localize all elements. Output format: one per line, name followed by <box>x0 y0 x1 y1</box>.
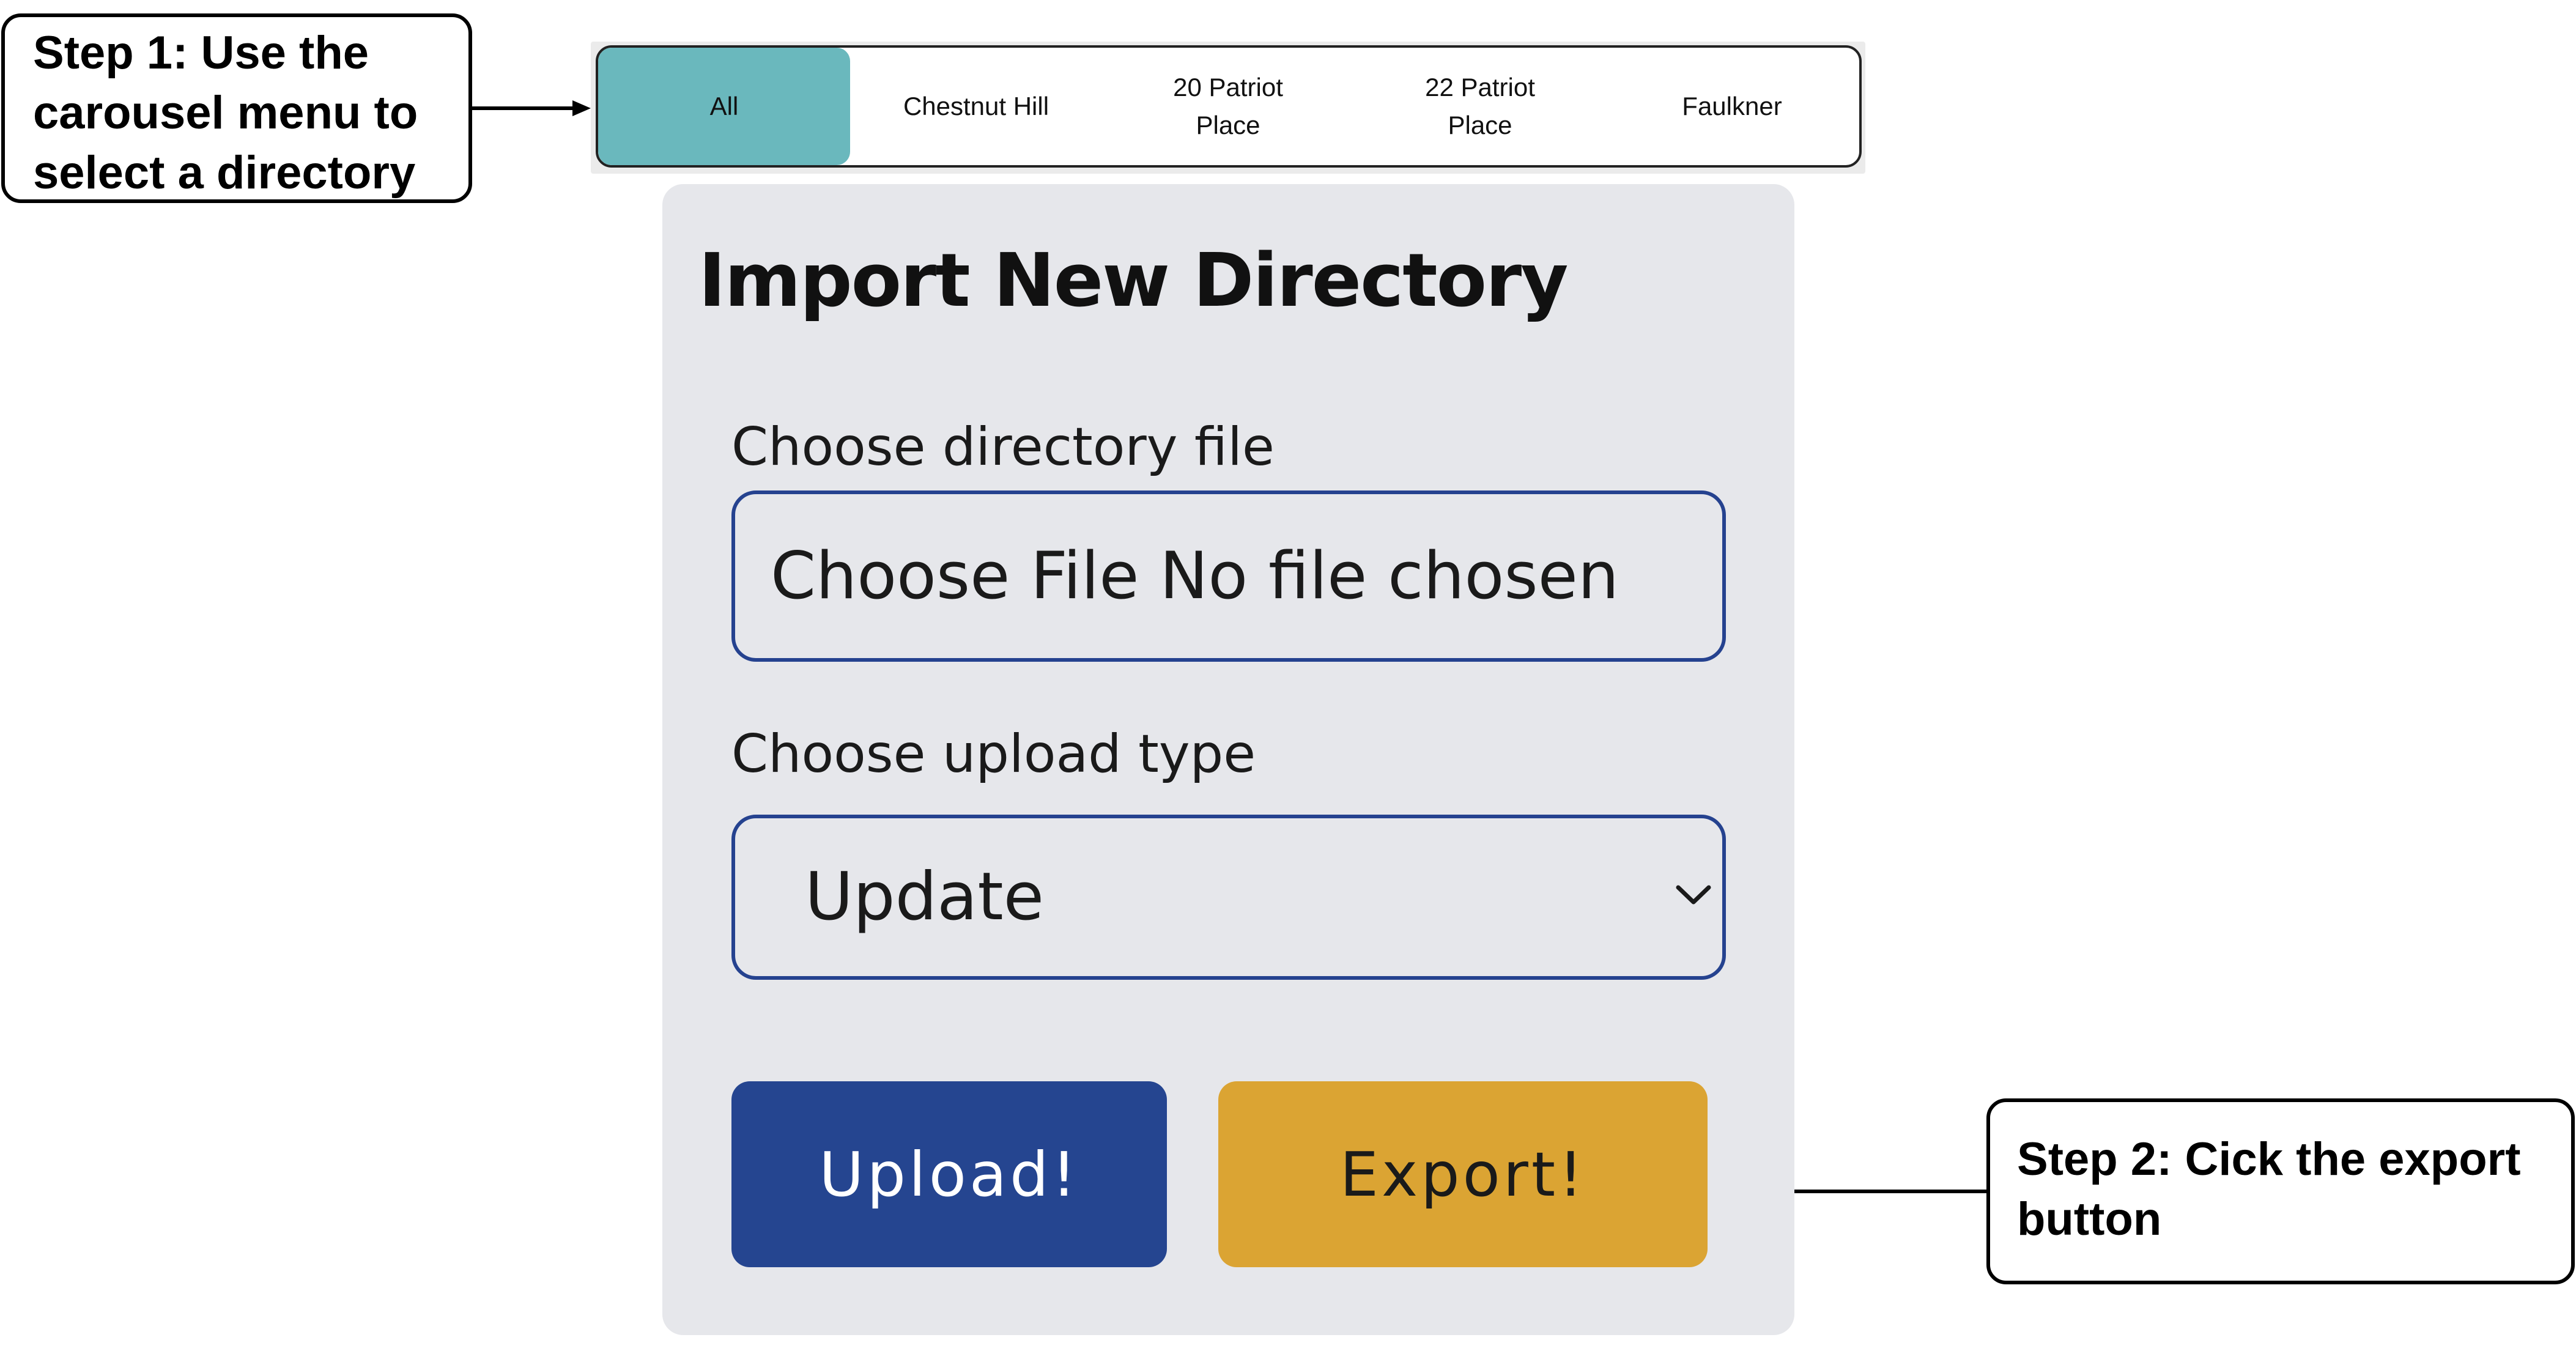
upload-button-label: Upload! <box>819 1138 1079 1210</box>
carousel-item-label: Chestnut Hill <box>903 92 1049 120</box>
carousel-item-20-patriot-place[interactable]: 20 Patriot Place <box>1102 48 1354 165</box>
chevron-down-icon <box>1676 885 1711 905</box>
step2-line-2: button <box>2017 1193 2162 1245</box>
carousel-item-label: All <box>709 92 739 120</box>
carousel-item-label: 22 Patriot Place <box>1425 73 1535 139</box>
directory-carousel: All Chestnut Hill 20 Patriot Place 22 Pa… <box>596 45 1862 168</box>
file-input[interactable]: Choose File No file chosen <box>731 490 1726 662</box>
carousel-item-22-patriot-place[interactable]: 22 Patriot Place <box>1354 48 1606 165</box>
carousel-item-all[interactable]: All <box>598 48 850 165</box>
carousel-item-faulkner[interactable]: Faulkner <box>1606 48 1858 165</box>
upload-type-label: Choose upload type <box>731 724 1256 785</box>
carousel-item-label: 20 Patriot Place <box>1173 73 1283 139</box>
carousel-item-chestnut-hill[interactable]: Chestnut Hill <box>850 48 1102 165</box>
carousel-item-label: Faulkner <box>1682 92 1782 120</box>
step2-line-1: Step 2: Cick the export <box>2017 1133 2521 1185</box>
upload-button[interactable]: Upload! <box>731 1081 1167 1267</box>
upload-type-value: Update <box>805 859 1045 935</box>
step2-callout: Step 2: Cick the export button <box>1986 1098 2575 1284</box>
step1-arrow <box>472 100 591 116</box>
file-field-label: Choose directory file <box>731 416 1275 478</box>
export-button-label: Export! <box>1339 1138 1586 1210</box>
export-button[interactable]: Export! <box>1218 1081 1708 1267</box>
file-input-text: Choose File No file chosen <box>771 538 1619 613</box>
page-title: Import New Directory <box>698 239 1568 324</box>
upload-type-select[interactable]: Update <box>731 815 1726 980</box>
